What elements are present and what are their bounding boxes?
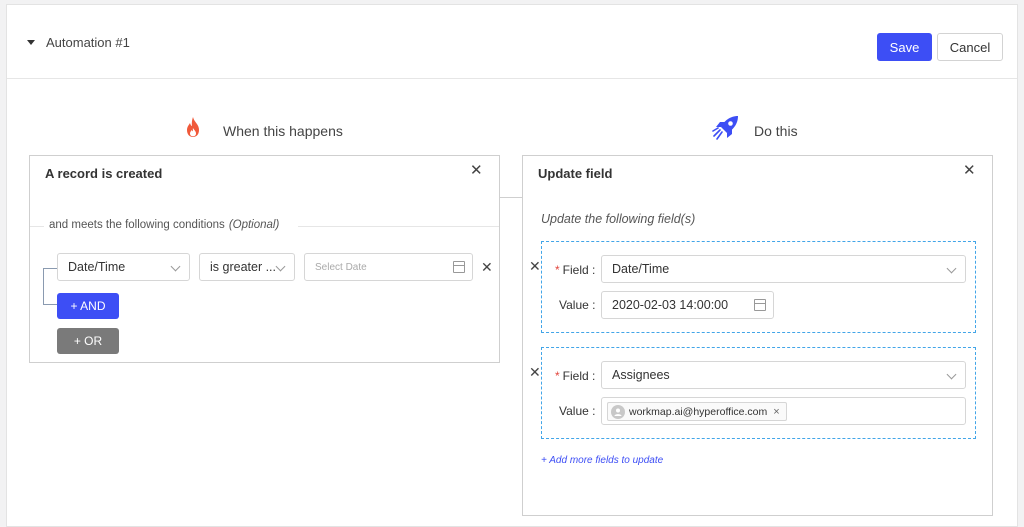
value-datetime-input[interactable]: 2020-02-03 14:00:00	[601, 291, 774, 319]
remove-condition-icon[interactable]: ✕	[481, 260, 493, 274]
required-asterisk: *	[555, 263, 560, 277]
condition-field-value: Date/Time	[68, 260, 126, 274]
automation-title: Automation #1	[46, 35, 130, 50]
action-close-icon[interactable]: ✕	[963, 163, 976, 178]
calendar-icon	[453, 261, 465, 273]
flow-connector	[500, 197, 522, 198]
rocket-icon	[712, 116, 738, 140]
divider	[298, 226, 499, 227]
required-asterisk: *	[555, 369, 560, 383]
action-subtitle: Update the following field(s)	[541, 212, 696, 226]
chevron-down-icon	[946, 369, 957, 380]
condition-field-select[interactable]: Date/Time	[57, 253, 190, 281]
fire-icon	[187, 117, 199, 137]
field-update-row: ✕ * Field : Assignees Value : workmap.ai@…	[529, 347, 976, 439]
assignee-email: workmap.ai@hyperoffice.com	[629, 405, 768, 418]
field-select-value: Assignees	[612, 368, 670, 382]
condition-date-input[interactable]: Select Date	[304, 253, 473, 281]
trigger-panel-title: A record is created	[45, 166, 163, 181]
chevron-down-icon	[946, 263, 957, 274]
action-panel-title: Update field	[538, 166, 613, 181]
field-label: * Field :	[555, 369, 595, 383]
trigger-panel: A record is created ✕ and meets the foll…	[29, 155, 500, 363]
remove-field-icon[interactable]: ✕	[529, 259, 541, 273]
field-update-row: ✕ * Field : Date/Time Value : 2020-02-03 …	[529, 241, 976, 333]
value-label: Value :	[559, 404, 596, 418]
action-panel: Update field ✕ Update the following fiel…	[522, 155, 993, 516]
condition-operator-value: is greater ...	[210, 260, 276, 274]
field-label: * Field :	[555, 263, 595, 277]
trigger-close-icon[interactable]: ✕	[470, 163, 483, 178]
value-datetime-text: 2020-02-03 14:00:00	[612, 298, 729, 312]
and-bracket	[43, 268, 57, 305]
trigger-section-title: When this happens	[223, 123, 343, 139]
chevron-down-icon	[275, 261, 286, 272]
remove-field-icon[interactable]: ✕	[529, 365, 541, 379]
field-select[interactable]: Assignees	[601, 361, 966, 389]
field-label-text: Field :	[562, 369, 596, 383]
remove-chip-icon[interactable]: ×	[773, 406, 779, 418]
condition-operator-select[interactable]: is greater ...	[199, 253, 295, 281]
field-label-text: Field :	[562, 263, 596, 277]
date-placeholder: Select Date	[315, 261, 367, 273]
automation-header: Automation #1 Save Cancel	[7, 5, 1017, 79]
chevron-down-icon	[170, 261, 181, 272]
divider	[30, 226, 44, 227]
avatar	[611, 404, 625, 419]
field-select[interactable]: Date/Time	[601, 255, 966, 283]
conditions-optional: (Optional)	[228, 219, 280, 231]
collapse-caret-icon[interactable]	[27, 40, 35, 45]
conditions-text: and meets the following conditions	[49, 219, 225, 231]
conditions-label: and meets the following conditions (Optio…	[49, 219, 279, 231]
assignee-chip: workmap.ai@hyperoffice.com ×	[607, 402, 787, 421]
calendar-icon	[754, 299, 766, 311]
assignee-input[interactable]: workmap.ai@hyperoffice.com ×	[601, 397, 966, 425]
add-or-button[interactable]: + OR	[57, 328, 119, 354]
action-section-title: Do this	[754, 123, 798, 139]
user-icon	[614, 408, 622, 416]
field-select-value: Date/Time	[612, 262, 670, 276]
value-label: Value :	[559, 298, 596, 312]
cancel-button[interactable]: Cancel	[937, 33, 1003, 61]
add-more-fields-link[interactable]: + Add more fields to update	[541, 455, 663, 466]
add-and-button[interactable]: + AND	[57, 293, 119, 319]
save-button[interactable]: Save	[877, 33, 932, 61]
